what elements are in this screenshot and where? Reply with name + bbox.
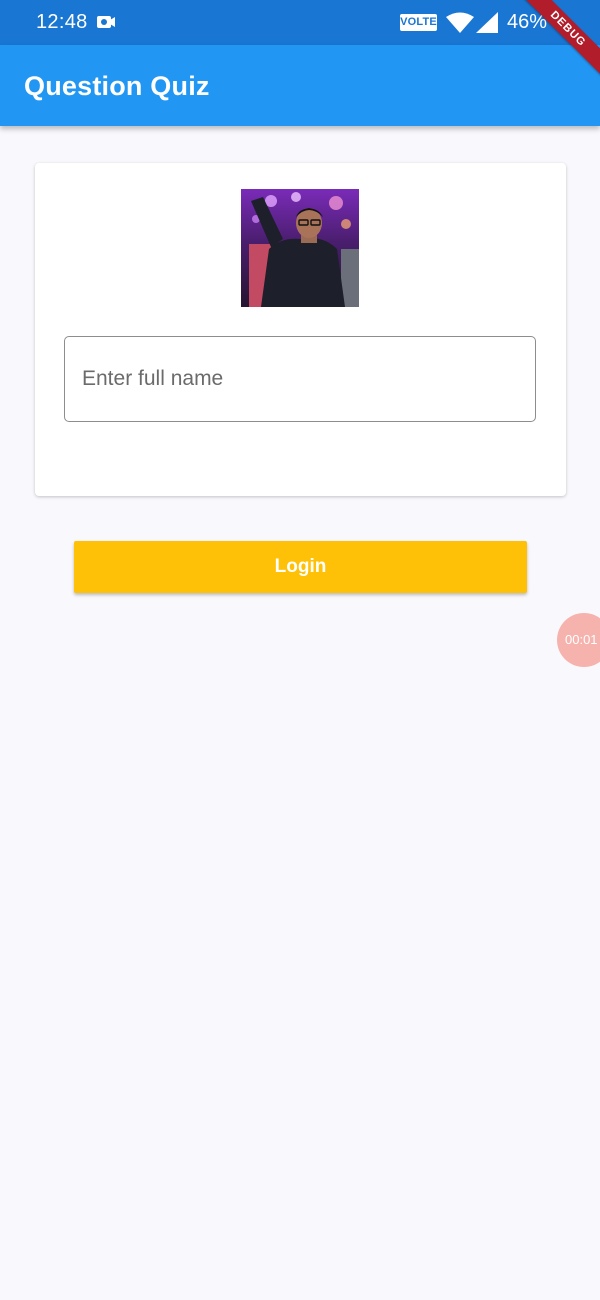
camera-icon (97, 16, 115, 28)
login-card (35, 163, 566, 496)
status-bar: 12:48 VOLTE 46% (0, 0, 600, 45)
status-time: 12:48 (36, 11, 88, 33)
wifi-icon (446, 12, 474, 33)
profile-photo-image (241, 189, 359, 307)
full-name-input[interactable] (64, 336, 536, 422)
login-screen: 12:48 VOLTE 46% Question Quiz DEBUG Ente… (0, 0, 600, 1300)
avatar (241, 189, 359, 307)
signal-icon (476, 12, 498, 33)
volte-badge: VOLTE (400, 14, 437, 31)
login-button[interactable]: Login (74, 541, 527, 593)
app-bar: Question Quiz (0, 45, 600, 126)
screen-recorder-timer[interactable]: 00:01 (557, 613, 600, 667)
page-title: Question Quiz (24, 71, 210, 101)
